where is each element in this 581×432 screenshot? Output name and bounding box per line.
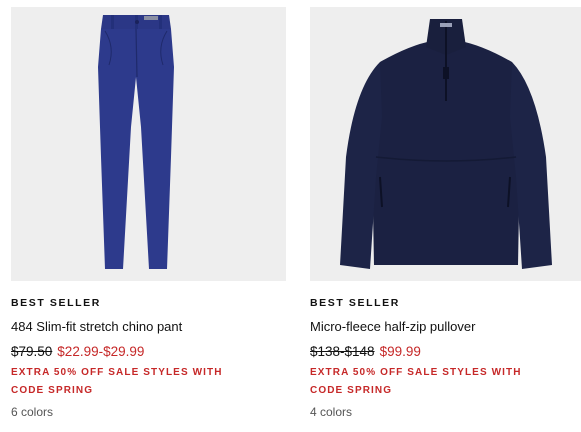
original-price: $138-$148	[310, 344, 375, 359]
product-title[interactable]: Micro-fleece half-zip pullover	[310, 319, 581, 334]
product-card[interactable]: BEST SELLER Micro-fleece half-zip pullov…	[310, 0, 581, 420]
sale-price: $99.99	[379, 344, 421, 359]
sale-price: $22.99-$29.99	[57, 344, 145, 359]
color-count[interactable]: 6 colors	[11, 404, 286, 420]
original-price: $79.50	[11, 344, 53, 359]
pullover-illustration	[340, 19, 552, 269]
price-row: $79.50 $22.99-$29.99	[11, 344, 286, 360]
color-count[interactable]: 4 colors	[310, 404, 581, 420]
best-seller-badge: BEST SELLER	[11, 297, 101, 309]
product-card[interactable]: BEST SELLER 484 Slim-fit stretch chino p…	[11, 0, 286, 420]
pants-illustration	[98, 15, 174, 269]
product-title[interactable]: 484 Slim-fit stretch chino pant	[11, 319, 286, 334]
price-row: $138-$148 $99.99	[310, 344, 581, 360]
best-seller-badge: BEST SELLER	[310, 297, 400, 309]
product-image-pants[interactable]	[11, 7, 286, 281]
promo-text: EXTRA 50% OFF SALE STYLES WITH CODE SPRI…	[310, 367, 522, 396]
product-image-pullover[interactable]	[310, 7, 581, 281]
promo-text: EXTRA 50% OFF SALE STYLES WITH CODE SPRI…	[11, 367, 223, 396]
